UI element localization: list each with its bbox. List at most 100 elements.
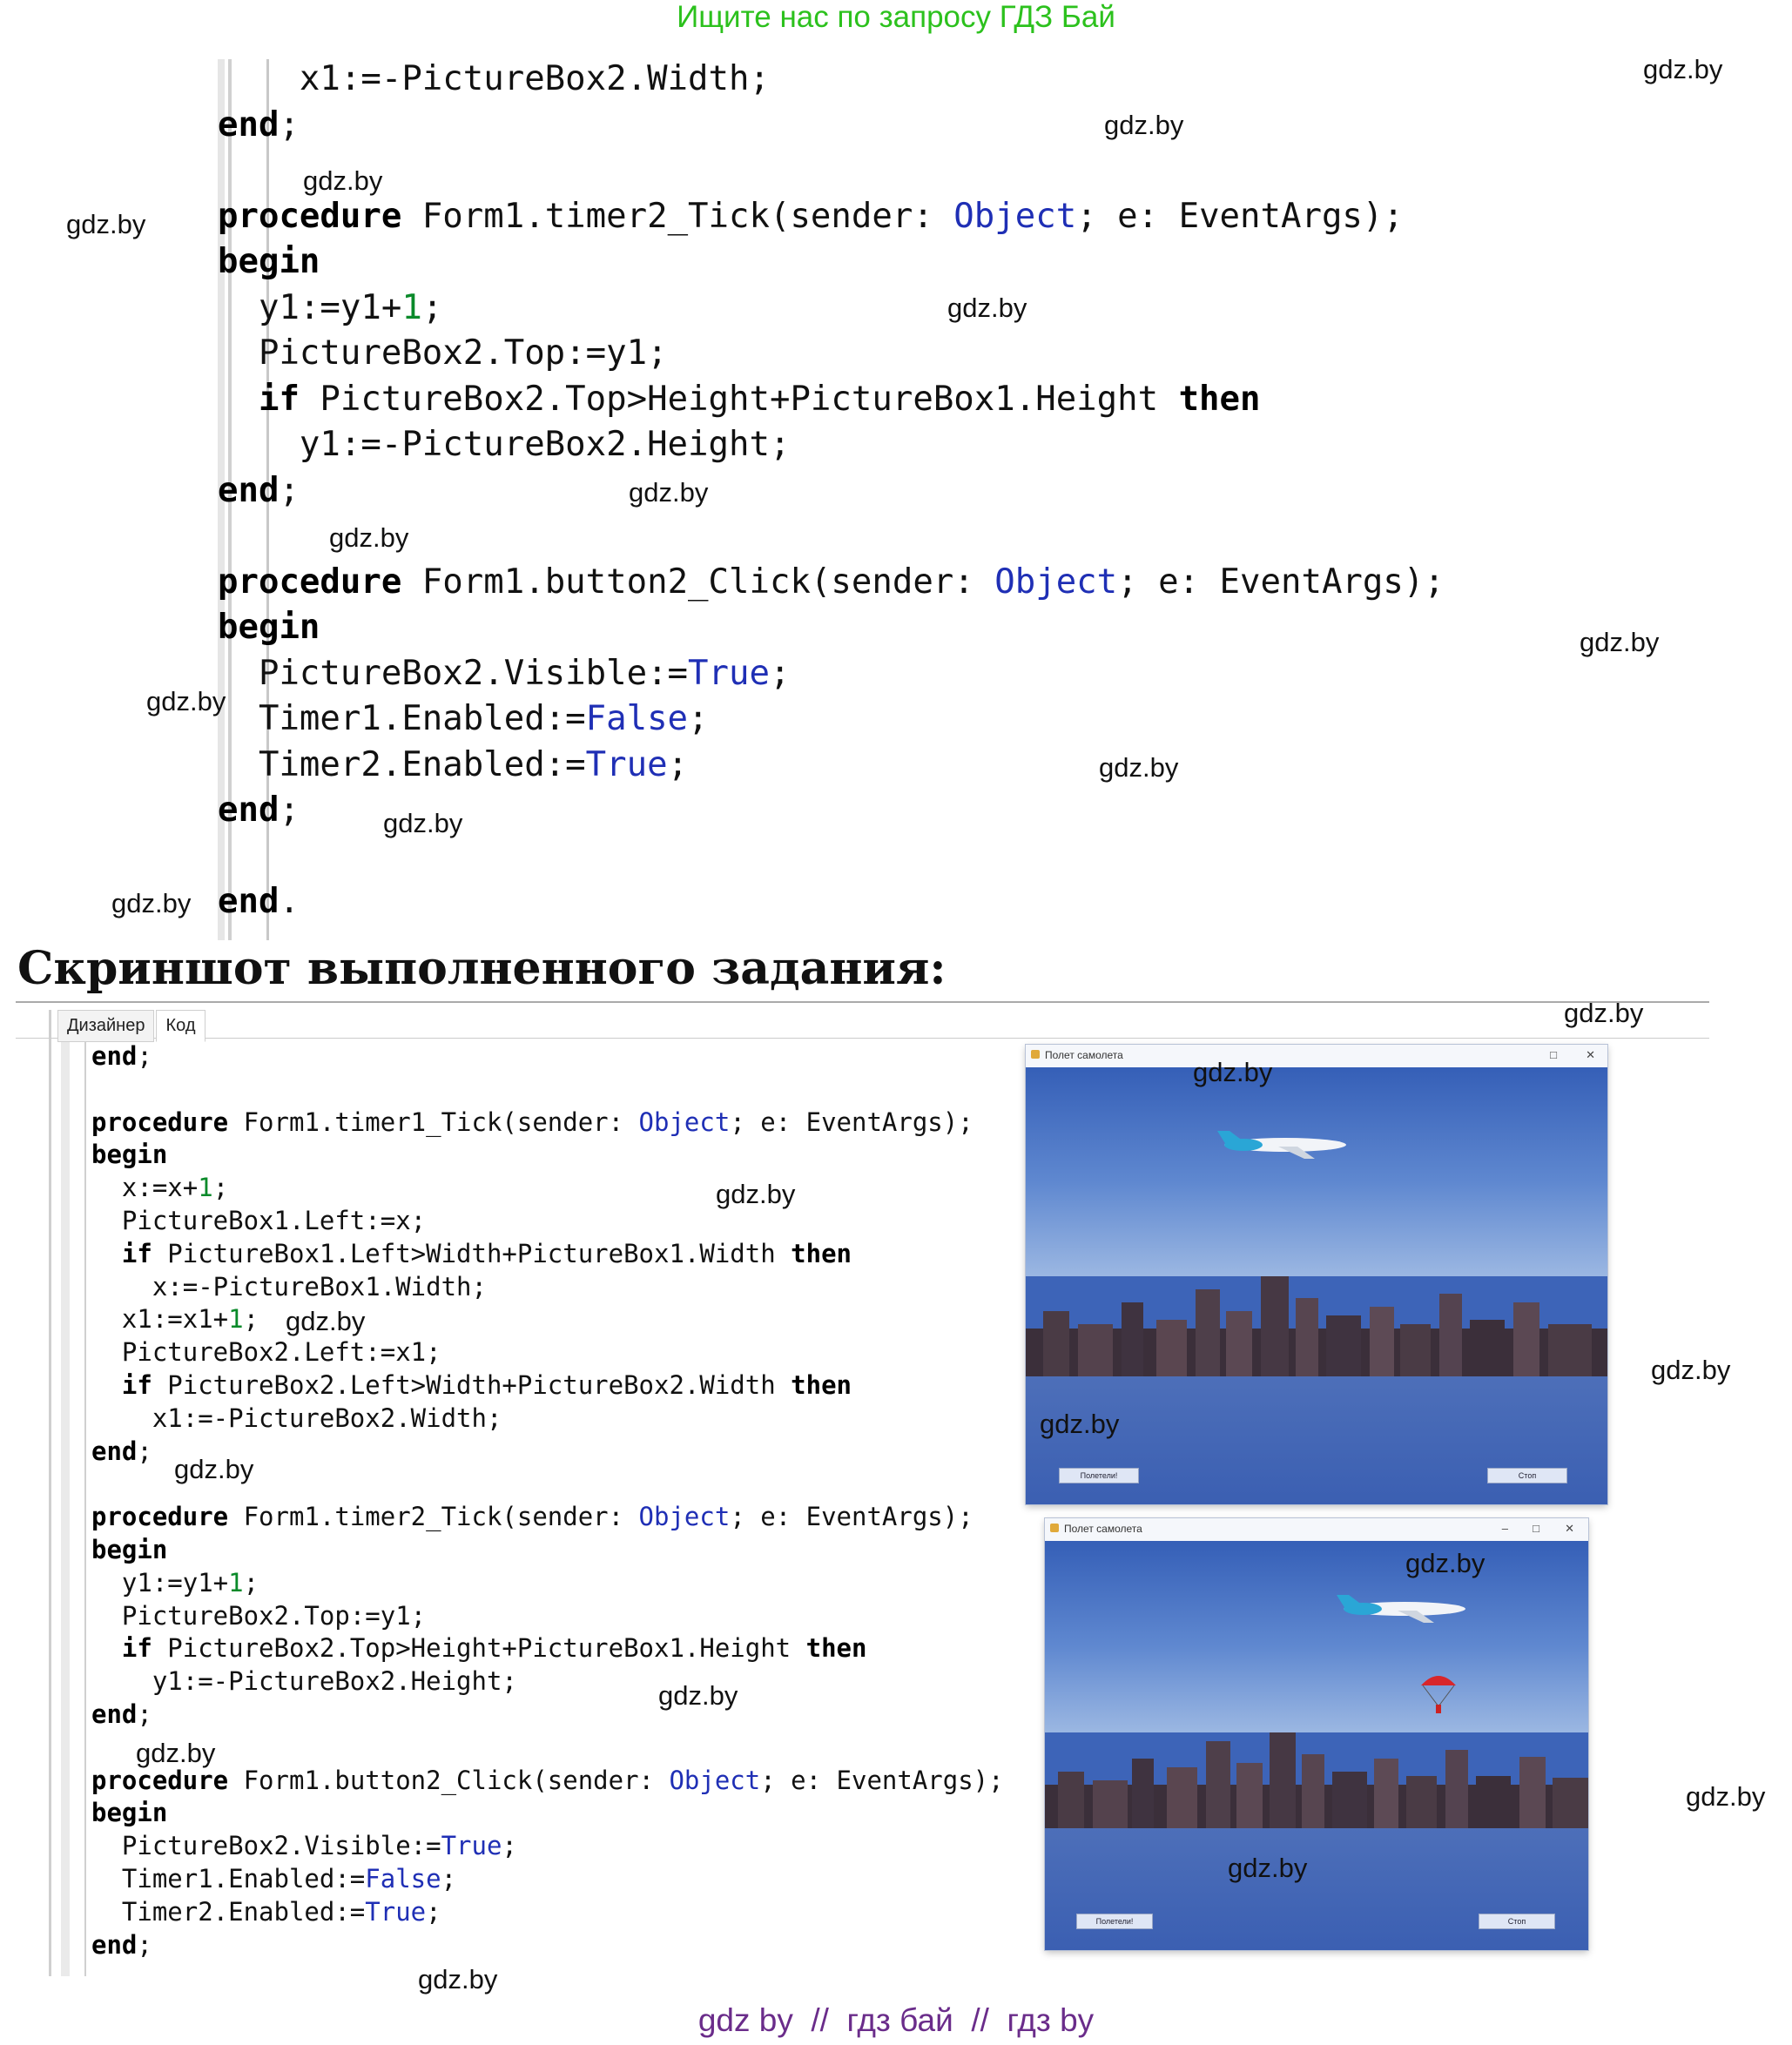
code-token: ;	[243, 1304, 259, 1335]
code-line: x:=-PictureBox1.Width;	[91, 1272, 487, 1302]
minimize-icon[interactable]: –	[1502, 1522, 1508, 1535]
code-token: PictureBox1.Left:=x;	[91, 1206, 427, 1235]
code-token: 1	[228, 1304, 244, 1335]
city-skyline	[1045, 1732, 1588, 1828]
code-token: x:=x+	[91, 1173, 199, 1203]
code-line: if PictureBox2.Top>Height+PictureBox1.He…	[218, 380, 1261, 419]
code-line: y1:=y1+1;	[218, 288, 442, 327]
code-token: True	[365, 1896, 427, 1927]
code-token: ;	[667, 744, 689, 784]
code-token: y1:=-PictureBox2.Height;	[91, 1666, 517, 1697]
lake-area	[1045, 1828, 1588, 1950]
code-line: Timer1.Enabled:=False;	[91, 1864, 456, 1894]
window-title: Полет самолета	[1045, 1049, 1123, 1061]
code-token: True	[441, 1831, 502, 1861]
code-token: then	[791, 1238, 852, 1268]
window-titlebar: Полет самолета – □ ✕	[1045, 1518, 1588, 1541]
watermark: gdz.by	[1643, 54, 1723, 84]
code-token: ;	[243, 1567, 259, 1598]
watermark: gdz.by	[716, 1179, 796, 1209]
tab-strip-border	[16, 1038, 1709, 1039]
watermark: gdz.by	[1040, 1409, 1120, 1439]
code-token: Object	[994, 562, 1118, 602]
code-token: procedure	[91, 1765, 229, 1795]
code-line: PictureBox2.Top:=y1;	[218, 333, 668, 373]
code-token: if	[121, 1238, 152, 1268]
code-token: begin	[91, 1798, 168, 1828]
code-token: Form1.button2_Click(sender:	[401, 562, 995, 602]
code-token: procedure	[218, 196, 402, 236]
code-line: begin	[91, 1535, 167, 1564]
stop-button[interactable]: Стоп	[1479, 1914, 1555, 1929]
code-line: end;	[218, 471, 300, 510]
code-token: Timer2.Enabled:=	[91, 1896, 366, 1927]
code-line: x1:=-PictureBox2.Width;	[218, 59, 770, 98]
watermark: gdz.by	[111, 888, 192, 918]
code-token: Object	[638, 1502, 731, 1532]
watermark: gdz.by	[1686, 1781, 1766, 1812]
maximize-icon[interactable]: □	[1550, 1048, 1557, 1061]
watermark: gdz.by	[383, 808, 463, 838]
code-token: ;	[137, 1929, 152, 1960]
watermark: gdz.by	[136, 1738, 216, 1768]
airplane-picture	[1217, 1131, 1346, 1159]
watermark: gdz.by	[1580, 627, 1660, 657]
code-token: then	[1178, 379, 1261, 419]
code-token: ;	[688, 699, 709, 738]
close-icon[interactable]: ✕	[1586, 1048, 1595, 1062]
code-line: x1:=-PictureBox2.Width;	[91, 1403, 502, 1433]
code-token: x1:=-PictureBox2.Width;	[218, 59, 770, 98]
code-token: PictureBox2.Visible:=	[218, 653, 689, 693]
code-line: PictureBox2.Visible:=True;	[218, 653, 791, 693]
code-token: ;	[137, 1699, 152, 1729]
code-line: Timer1.Enabled:=False;	[218, 699, 709, 738]
code-token: y1:=y1+	[218, 287, 402, 327]
app-icon	[1050, 1524, 1059, 1532]
code-token: end	[218, 882, 280, 921]
ide-tab-strip: Дизайнер Код	[57, 1010, 207, 1042]
code-line: procedure Form1.button2_Click(sender: Ob…	[218, 562, 1445, 602]
airplane-picture	[1337, 1595, 1465, 1623]
code-token: procedure	[91, 1502, 229, 1532]
close-icon[interactable]: ✕	[1565, 1522, 1574, 1536]
code-token: PictureBox2.Left:=x1;	[91, 1337, 441, 1368]
ide-top-border	[16, 1001, 1709, 1003]
watermark: gdz.by	[66, 209, 146, 239]
watermark: gdz.by	[146, 686, 226, 716]
lake-area	[1026, 1376, 1607, 1504]
tab-designer[interactable]: Дизайнер	[57, 1010, 155, 1042]
fly-button[interactable]: Полетели!	[1076, 1914, 1153, 1929]
stop-button[interactable]: Стоп	[1487, 1468, 1567, 1483]
code-line: end;	[218, 790, 300, 830]
code-token: end	[218, 104, 280, 145]
code-line: procedure Form1.timer2_Tick(sender: Obje…	[218, 197, 1404, 236]
code-token: if	[258, 379, 300, 419]
code-line: procedure Form1.timer1_Tick(sender: Obje…	[91, 1107, 973, 1137]
code-token: PictureBox2.Top>Height+PictureBox1.Heigh…	[299, 379, 1179, 419]
code-token: .	[279, 882, 300, 921]
code-line: end.	[218, 882, 300, 921]
maximize-icon[interactable]: □	[1533, 1522, 1539, 1535]
code-line: end;	[218, 105, 300, 145]
code-line: x:=x+1;	[91, 1173, 228, 1202]
tab-code[interactable]: Код	[156, 1010, 205, 1042]
code-editor-bottom[interactable]: end; procedure Form1.timer1_Tick(sender: …	[91, 1041, 1032, 1981]
code-token: ;	[279, 790, 300, 830]
ide-code-margin	[84, 1041, 86, 1976]
code-token: ; e: EventArgs);	[1117, 562, 1445, 602]
window-title: Полет самолета	[1064, 1523, 1142, 1535]
section-heading: Скриншот выполненного задания:	[17, 942, 947, 995]
code-token: 1	[401, 287, 422, 327]
watermark: gdz.by	[1104, 110, 1184, 140]
code-token: end	[91, 1041, 138, 1071]
watermark: gdz.by	[418, 1964, 498, 1995]
code-token: ;	[502, 1831, 517, 1861]
fly-button[interactable]: Полетели!	[1059, 1468, 1139, 1483]
code-token: then	[791, 1370, 852, 1400]
code-token: PictureBox2.Top:=y1;	[91, 1600, 427, 1631]
code-token: begin	[91, 1535, 168, 1564]
watermark: gdz.by	[286, 1306, 366, 1336]
